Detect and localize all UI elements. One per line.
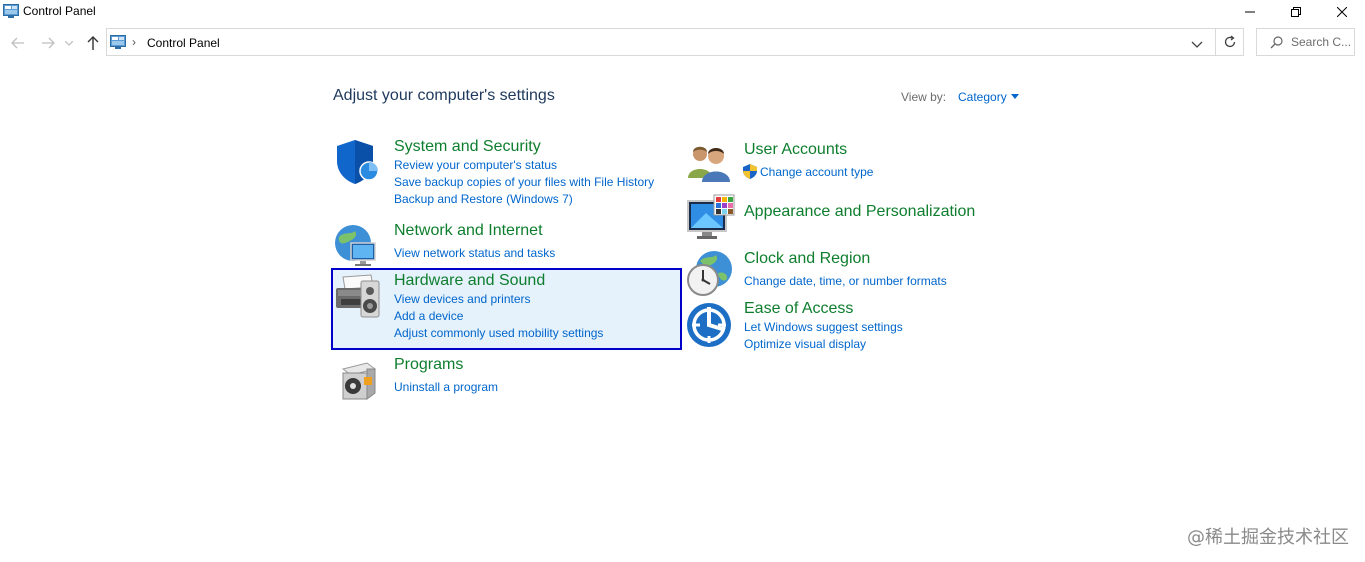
category-programs: Programs Uninstall a program <box>333 355 663 400</box>
link-file-history[interactable]: Save backup copies of your files with Fi… <box>394 175 654 189</box>
refresh-icon <box>1224 35 1236 48</box>
shield-icon[interactable] <box>333 137 383 187</box>
users-icon[interactable] <box>686 140 736 190</box>
navigation-bar: › Control Panel <box>0 27 1365 59</box>
up-button[interactable] <box>83 33 103 53</box>
view-by-dropdown[interactable]: Category <box>958 90 1007 104</box>
printer-speaker-icon[interactable] <box>333 271 383 321</box>
category-title[interactable]: Appearance and Personalization <box>744 203 975 221</box>
link-optimize-display[interactable]: Optimize visual display <box>744 337 866 351</box>
link-devices-printers[interactable]: View devices and printers <box>394 292 531 306</box>
link-backup-restore[interactable]: Backup and Restore (Windows 7) <box>394 192 573 206</box>
category-title[interactable]: Clock and Region <box>744 250 870 268</box>
category-hardware-and-sound: Hardware and Sound View devices and prin… <box>333 271 663 346</box>
minimize-icon <box>1245 11 1255 13</box>
search-icon <box>1270 36 1283 54</box>
page-heading: Adjust your computer's settings <box>333 87 555 104</box>
breadcrumb-control-panel[interactable]: Control Panel <box>147 36 220 50</box>
window-title: Control Panel <box>23 4 96 18</box>
breadcrumb-separator[interactable]: › <box>132 35 136 49</box>
forward-button[interactable] <box>38 33 58 53</box>
watermark: @稀土掘金技术社区 <box>1187 527 1349 548</box>
link-network-status[interactable]: View network status and tasks <box>394 246 555 260</box>
category-system-and-security: System and Security Review your computer… <box>333 137 663 212</box>
uac-shield-icon <box>743 164 757 184</box>
monitor-palette-icon[interactable] <box>686 193 736 243</box>
chevron-down-icon <box>65 40 73 46</box>
arrow-up-icon <box>87 36 99 50</box>
category-title[interactable]: Hardware and Sound <box>394 272 545 290</box>
program-disc-icon[interactable] <box>333 355 383 405</box>
close-button[interactable] <box>1319 0 1365 24</box>
category-ease-of-access: Ease of Access Let Windows suggest setti… <box>686 299 1016 354</box>
title-bar: Control Panel <box>0 0 1365 24</box>
address-bar[interactable]: › Control Panel <box>106 28 1244 56</box>
link-change-account-type[interactable]: Change account type <box>760 165 873 179</box>
close-icon <box>1337 7 1347 17</box>
category-title[interactable]: Ease of Access <box>744 300 853 318</box>
back-button[interactable] <box>8 33 28 53</box>
link-review-status[interactable]: Review your computer's status <box>394 158 557 172</box>
globe-network-icon[interactable] <box>333 221 383 271</box>
category-network-and-internet: Network and Internet View network status… <box>333 221 663 266</box>
restore-icon <box>1291 7 1301 17</box>
link-add-device[interactable]: Add a device <box>394 309 463 323</box>
search-input[interactable] <box>1291 33 1353 51</box>
arrow-left-icon <box>11 37 24 49</box>
search-box[interactable] <box>1256 28 1355 56</box>
category-title[interactable]: System and Security <box>394 138 541 156</box>
category-user-accounts: User Accounts Change account type <box>686 140 1016 185</box>
arrow-right-icon <box>42 37 55 49</box>
category-title[interactable]: Programs <box>394 356 463 374</box>
ease-of-access-icon[interactable] <box>686 299 736 349</box>
category-appearance-and-personalization: Appearance and Personalization <box>686 193 1016 243</box>
link-date-time-formats[interactable]: Change date, time, or number formats <box>744 274 947 288</box>
category-clock-and-region: Clock and Region Change date, time, or n… <box>686 249 1016 296</box>
link-uninstall-program[interactable]: Uninstall a program <box>394 380 498 394</box>
control-panel-icon <box>3 4 19 23</box>
refresh-button[interactable] <box>1215 29 1244 55</box>
clock-globe-icon[interactable] <box>686 249 736 299</box>
link-mobility-settings[interactable]: Adjust commonly used mobility settings <box>394 326 603 340</box>
restore-button[interactable] <box>1273 0 1319 24</box>
chevron-down-icon <box>1191 41 1203 48</box>
category-title[interactable]: User Accounts <box>744 141 847 159</box>
dropdown-arrow-icon[interactable] <box>1011 94 1019 99</box>
control-panel-icon <box>110 35 126 54</box>
link-suggest-settings[interactable]: Let Windows suggest settings <box>744 320 903 334</box>
recent-locations-button[interactable] <box>62 33 76 53</box>
minimize-button[interactable] <box>1227 0 1273 24</box>
category-title[interactable]: Network and Internet <box>394 222 543 240</box>
view-by-label: View by: <box>901 90 947 104</box>
address-dropdown-button[interactable] <box>1191 36 1207 50</box>
